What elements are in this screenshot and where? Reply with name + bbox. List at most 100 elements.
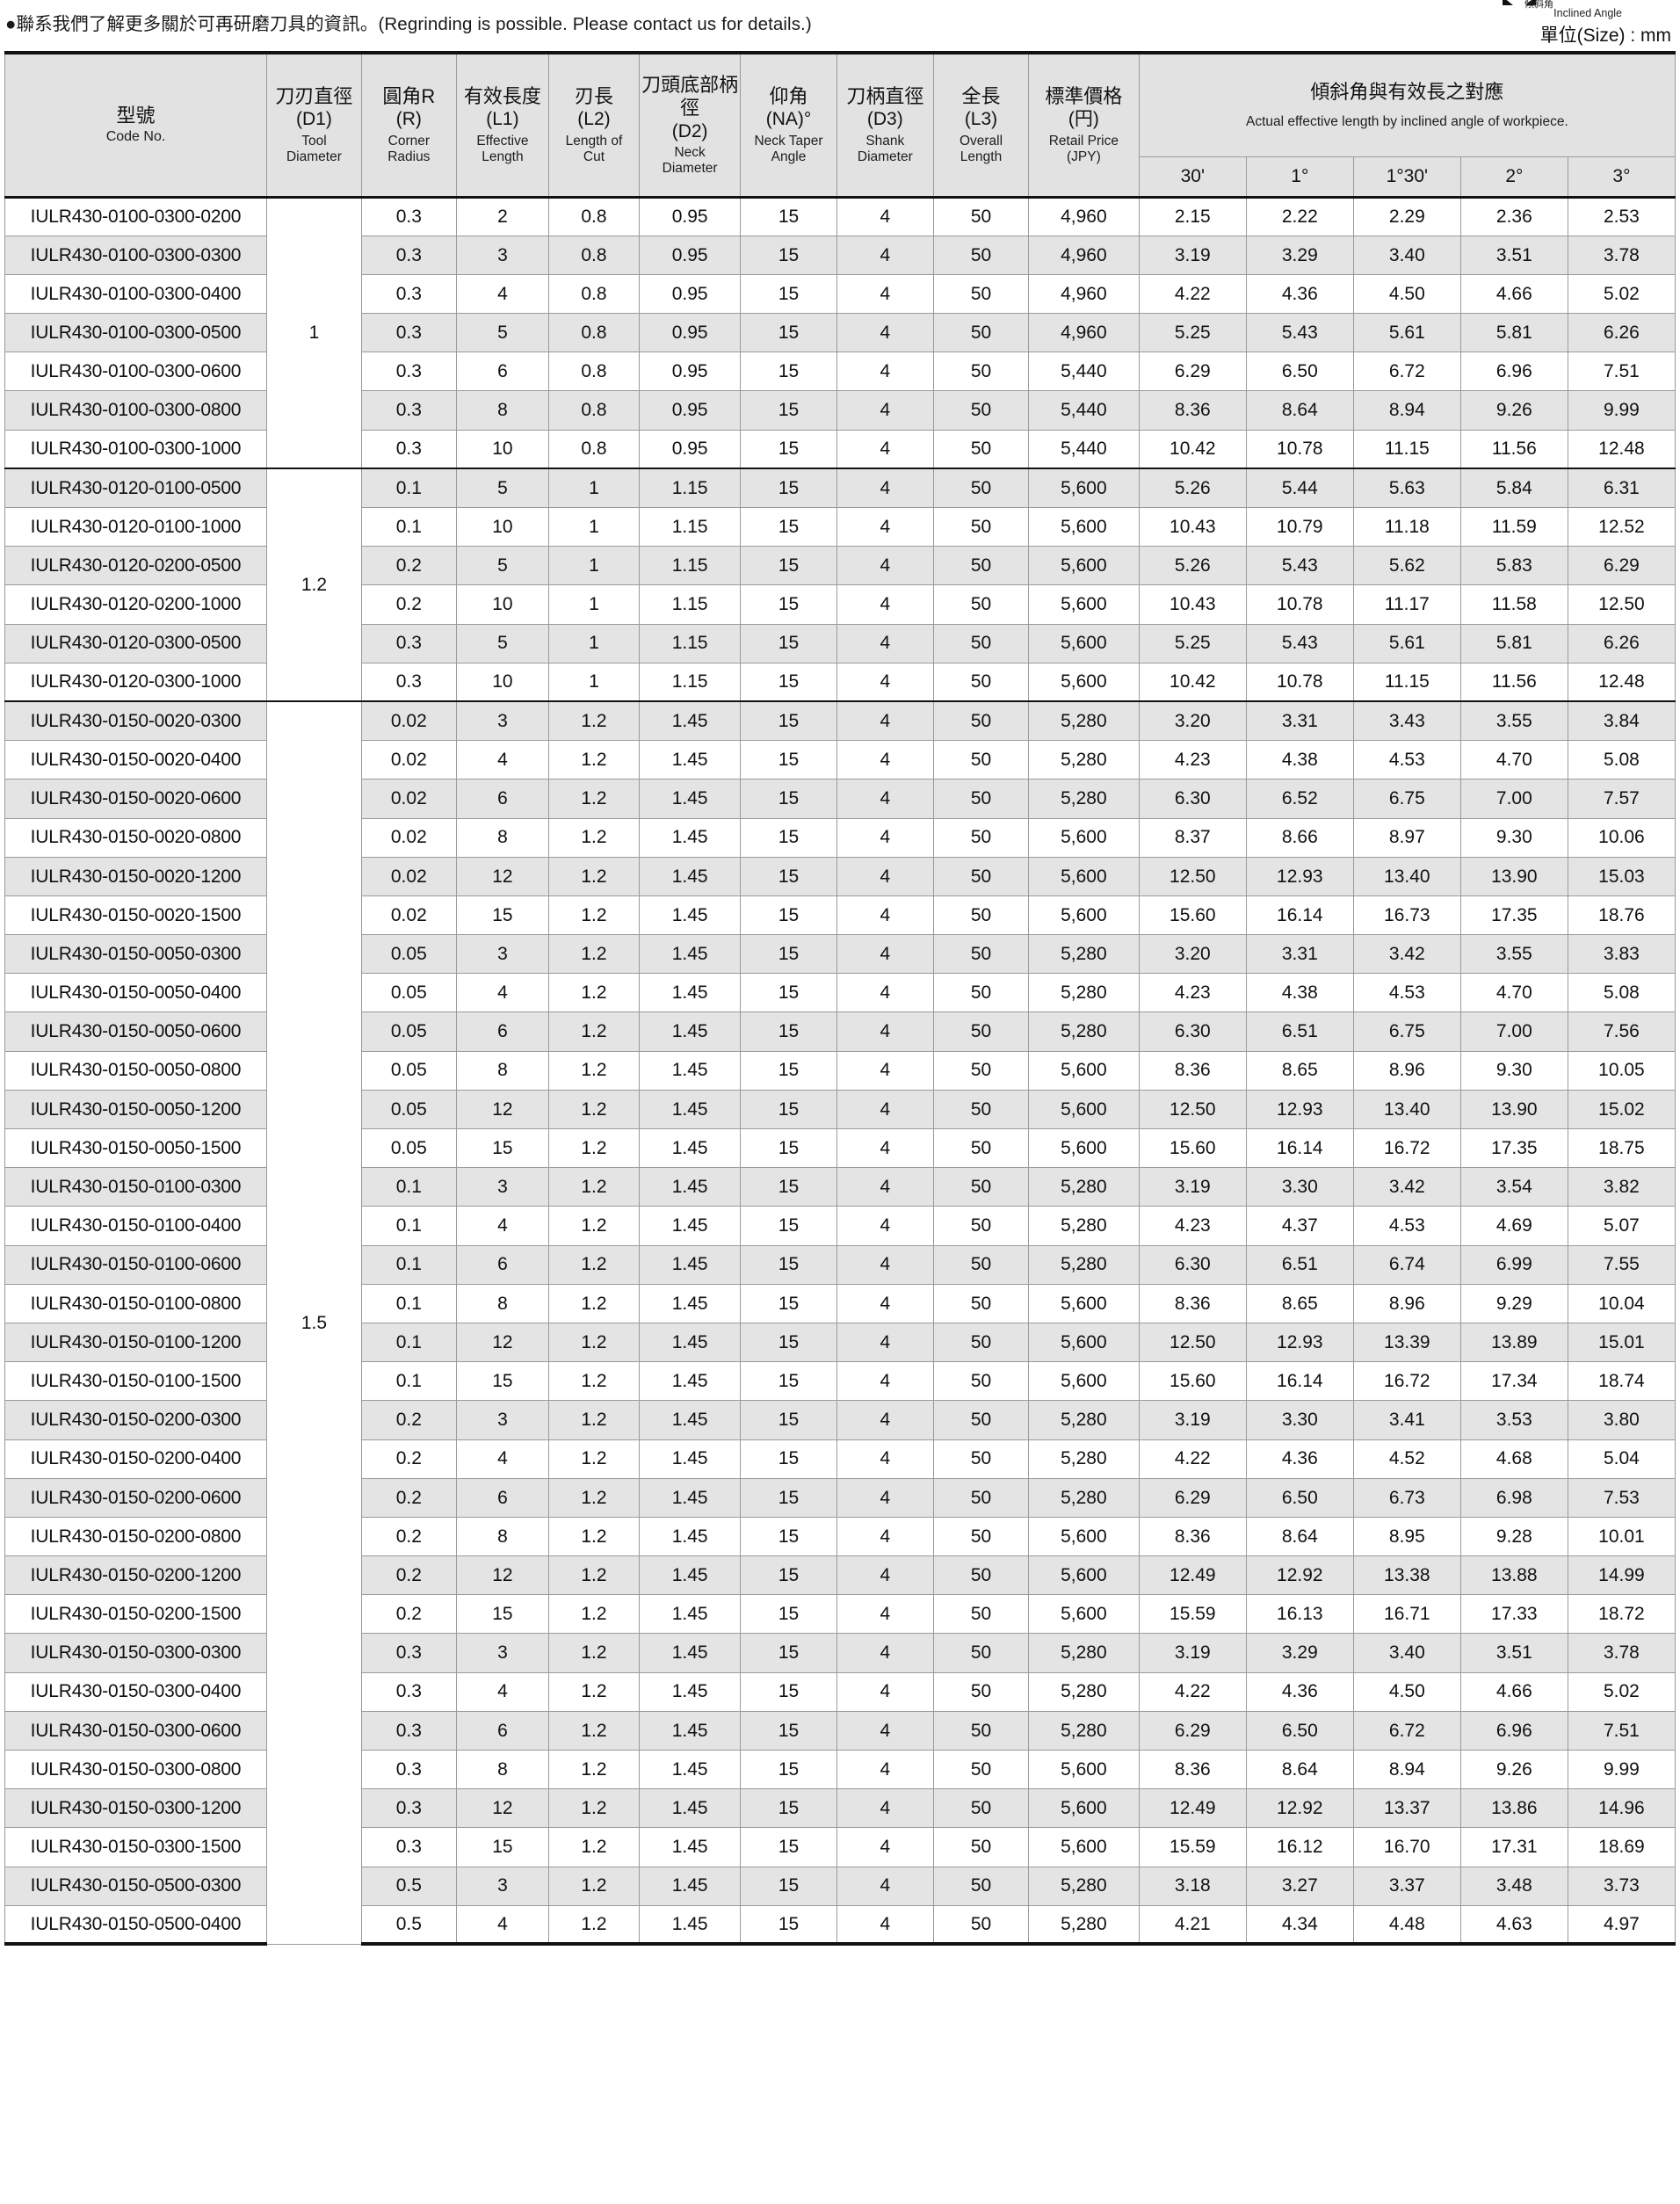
- cell-overall-length: 50: [933, 584, 1029, 625]
- cell-neck-taper-angle: 15: [740, 468, 837, 509]
- cell-neck-taper-angle: 15: [740, 1516, 837, 1557]
- cell-angle-1deg30min: 11.15: [1352, 662, 1461, 702]
- cell-length-of-cut: 1.2: [548, 1011, 640, 1052]
- cell-angle-1deg: 3.31: [1245, 934, 1354, 975]
- cell-neck-taper-angle: 15: [740, 1749, 837, 1790]
- cell-angle-3deg: 18.72: [1567, 1594, 1676, 1635]
- cell-angle-30min: 6.30: [1138, 779, 1247, 819]
- cell-corner-radius: 0.05: [360, 934, 457, 975]
- units-label: 單位(Size) : mm: [1539, 25, 1671, 46]
- cell-effective-length: 10: [455, 506, 550, 547]
- cell-neck-taper-angle: 15: [740, 235, 837, 275]
- table-row: IULR430-0100-0300-0200 1 0.3 2 0.8 0.95 15 4 50 4…: [4, 195, 1676, 469]
- cell-effective-length: 4: [455, 273, 550, 315]
- cell-angle-30min: 3.20: [1138, 934, 1247, 975]
- cell-overall-length: 50: [933, 895, 1029, 936]
- cell-neck-diameter: 1.45: [638, 973, 742, 1013]
- cell-angle-2deg: 11.56: [1459, 429, 1568, 469]
- cell-overall-length: 50: [933, 1089, 1029, 1130]
- cell-effective-length: 2: [455, 195, 550, 236]
- cell-neck-diameter: 1.45: [638, 1400, 742, 1440]
- cell-neck-diameter: 1.45: [638, 1594, 742, 1635]
- cell-angle-1deg30min: 5.61: [1352, 623, 1461, 663]
- cell-neck-diameter: 1.45: [638, 934, 742, 975]
- cell-angle-2deg: 6.96: [1459, 352, 1568, 392]
- cell-corner-radius: 0.2: [360, 1516, 457, 1557]
- cell-effective-length: 3: [455, 1167, 550, 1207]
- cell-code: IULR430-0150-0020-0800: [4, 817, 267, 858]
- cell-neck-taper-angle: 15: [740, 1127, 837, 1169]
- cell-length-of-cut: 0.8: [548, 429, 640, 469]
- cell-shank-diameter: 4: [836, 700, 935, 742]
- cell-code: IULR430-0120-0200-1000: [4, 584, 267, 625]
- cell-length-of-cut: 1.2: [548, 856, 640, 896]
- cell-angle-3deg: 9.99: [1567, 1749, 1676, 1790]
- cell-shank-diameter: 4: [836, 235, 935, 275]
- cell-effective-length: 6: [455, 1011, 550, 1052]
- cell-retail-price: 5,600: [1027, 584, 1140, 625]
- cell-effective-length: 8: [455, 817, 550, 858]
- cell-overall-length: 50: [933, 1244, 1029, 1285]
- table-row: IULR430-0150-0100-0800 0.1 8 1.2 1.45 15 4 50 5,…: [4, 1283, 1676, 1323]
- cell-angle-30min: 12.49: [1138, 1788, 1247, 1829]
- cell-angle-1deg: 3.31: [1245, 700, 1354, 742]
- table-row: IULR430-0120-0100-1000 0.1 10 1 1.15 15 4 50 5,6…: [4, 506, 1676, 547]
- cell-corner-radius: 0.3: [360, 1827, 457, 1867]
- cell-overall-length: 50: [933, 1749, 1029, 1790]
- cell-effective-length: 3: [455, 1633, 550, 1673]
- cell-corner-radius: 0.3: [360, 352, 457, 392]
- cell-angle-3deg: 3.84: [1567, 700, 1676, 742]
- cell-angle-1deg30min: 13.37: [1352, 1788, 1461, 1829]
- cell-neck-taper-angle: 15: [740, 1322, 837, 1363]
- cell-effective-length: 8: [455, 1283, 550, 1323]
- cell-angle-3deg: 5.08: [1567, 973, 1676, 1013]
- inclined-angle-legend: 傾斜角 Inclined Angle: [1490, 0, 1622, 23]
- table-row: IULR430-0120-0300-1000 0.3 10 1 1.15 15 4 50 5,6…: [4, 662, 1676, 702]
- cell-neck-diameter: 0.95: [638, 313, 742, 353]
- col-header-neck-diameter: 刀頭底部柄徑 (D2) Neck Diameter: [638, 51, 742, 198]
- cell-angle-1deg30min: 11.15: [1352, 429, 1461, 469]
- cell-neck-diameter: 1.45: [638, 1633, 742, 1673]
- cell-length-of-cut: 1.2: [548, 1904, 640, 1947]
- table-row: IULR430-0150-0500-0400 0.5 4 1.2 1.45 15 4 50 5,…: [4, 1904, 1676, 1947]
- cell-corner-radius: 0.3: [360, 429, 457, 469]
- cell-neck-taper-angle: 15: [740, 195, 837, 236]
- regrinding-note: ●聯系我們了解更多關於可再研磨刀具的資訊。(Regrinding is poss…: [5, 14, 812, 34]
- cell-corner-radius: 0.2: [360, 1594, 457, 1635]
- cell-angle-1deg: 5.44: [1245, 468, 1354, 509]
- cell-overall-length: 50: [933, 429, 1029, 469]
- cell-code: IULR430-0150-0200-1200: [4, 1555, 267, 1596]
- cell-neck-diameter: 1.45: [638, 1361, 742, 1402]
- cell-corner-radius: 0.1: [360, 1167, 457, 1207]
- cell-code: IULR430-0150-0020-0300: [4, 700, 267, 742]
- cell-retail-price: 5,600: [1027, 1089, 1140, 1130]
- table-row: IULR430-0150-0020-0400 0.02 4 1.2 1.45 15 4 50 5…: [4, 740, 1676, 780]
- cell-angle-2deg: 17.34: [1459, 1361, 1568, 1402]
- cell-code: IULR430-0150-0100-0800: [4, 1283, 267, 1323]
- cell-shank-diameter: 4: [836, 195, 935, 236]
- cell-neck-taper-angle: 15: [740, 1788, 837, 1829]
- cell-neck-diameter: 1.45: [638, 1127, 742, 1169]
- cell-neck-diameter: 1.15: [638, 584, 742, 625]
- cell-code: IULR430-0150-0100-0400: [4, 1206, 267, 1246]
- cell-angle-1deg30min: 3.42: [1352, 1167, 1461, 1207]
- table-row: IULR430-0100-0300-0800 0.3 8 0.8 0.95 15 4 50 5,…: [4, 390, 1676, 431]
- cell-angle-30min: 10.43: [1138, 584, 1247, 625]
- cell-code: IULR430-0150-0050-1500: [4, 1127, 267, 1169]
- cell-code: IULR430-0150-0200-0300: [4, 1400, 267, 1440]
- cell-neck-taper-angle: 15: [740, 1710, 837, 1751]
- cell-effective-length: 10: [455, 662, 550, 702]
- cell-shank-diameter: 4: [836, 546, 935, 586]
- cell-angle-2deg: 6.99: [1459, 1244, 1568, 1285]
- cell-angle-3deg: 6.26: [1567, 313, 1676, 353]
- cell-code: IULR430-0120-0100-0500: [4, 468, 267, 509]
- cell-angle-30min: 6.30: [1138, 1011, 1247, 1052]
- cell-retail-price: 5,280: [1027, 934, 1140, 975]
- cell-code: IULR430-0150-0100-0600: [4, 1244, 267, 1285]
- cell-angle-3deg: 3.73: [1567, 1866, 1676, 1906]
- cell-angle-1deg30min: 13.40: [1352, 1089, 1461, 1130]
- cell-length-of-cut: 1.2: [548, 1361, 640, 1402]
- cell-code: IULR430-0100-0300-0300: [4, 235, 267, 275]
- cell-length-of-cut: 1.2: [548, 1322, 640, 1363]
- cell-retail-price: 4,960: [1027, 313, 1140, 353]
